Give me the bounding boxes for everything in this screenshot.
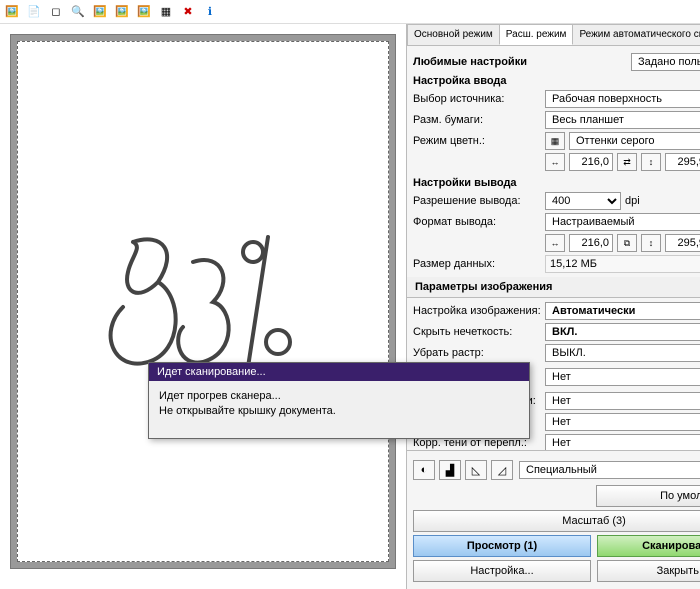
output-header: Настройки вывода <box>413 177 700 189</box>
tb-thumb3-icon[interactable]: 🖼️ <box>134 2 154 22</box>
dpi-label: dpi <box>625 195 640 207</box>
resolution-select[interactable]: 400 <box>545 192 621 210</box>
tb-delete-icon[interactable]: ✖ <box>178 2 198 22</box>
settings-panel: Основной режим Расш. режим Режим автомат… <box>406 24 700 589</box>
tb-thumb1-icon[interactable]: 🖼️ <box>90 2 110 22</box>
toolbar: 🖼️ 📄 ◻ 🔍 🖼️ 🖼️ 🖼️ ▦ ✖ ℹ <box>0 0 700 24</box>
grain-select[interactable]: Нет <box>545 392 700 410</box>
dialog-title: Идет сканирование... <box>149 363 529 381</box>
input-header: Настройка ввода <box>413 75 700 87</box>
curve-final-icon[interactable]: ◿ <box>491 460 513 480</box>
imageadj-label: Настройка изображения: <box>413 305 541 317</box>
imageadj-select[interactable]: Автоматически <box>545 302 700 320</box>
tb-thumb2-icon[interactable]: 🖼️ <box>112 2 132 22</box>
curve-tone-icon[interactable]: ◺ <box>465 460 487 480</box>
close-button[interactable]: Закрыть (5) <box>597 560 700 582</box>
out-width-icon: ↔ <box>545 234 565 252</box>
preview-button[interactable]: Просмотр (1) <box>413 535 591 557</box>
mode-tabs: Основной режим Расш. режим Режим автомат… <box>407 24 700 45</box>
papersize-label: Разм. бумаги: <box>413 114 541 126</box>
tb-new-icon[interactable]: 📄 <box>24 2 44 22</box>
resolution-label: Разрешение вывода: <box>413 195 541 207</box>
favorites-select[interactable]: Задано пользователем <box>631 53 700 71</box>
bottom-buttons: ◐ ▟ ◺ ◿ Специальный По умолч. Масштаб (3… <box>407 450 700 589</box>
tb-marquee-icon[interactable]: ◻ <box>46 2 66 22</box>
out-height-icon: ↕ <box>641 234 661 252</box>
curve-contrast-icon[interactable]: ◐ <box>413 460 435 480</box>
settings-button[interactable]: Настройка... <box>413 560 591 582</box>
papersize-select[interactable]: Весь планшет <box>545 111 700 129</box>
datasize-label: Размер данных: <box>413 258 541 270</box>
preview-area <box>0 24 406 589</box>
gutter-select[interactable]: Нет <box>545 434 700 450</box>
width-icon: ↔ <box>545 153 565 171</box>
output-height[interactable] <box>665 234 700 252</box>
descreen-select[interactable]: ВЫКЛ. <box>545 344 700 362</box>
descreen-label: Убрать растр: <box>413 347 541 359</box>
tb-image-icon[interactable]: 🖼️ <box>2 2 22 22</box>
curve-hist-icon[interactable]: ▟ <box>439 460 461 480</box>
preview-frame <box>10 34 396 569</box>
source-select[interactable]: Рабочая поверхность <box>545 90 700 108</box>
backlight-select[interactable]: Нет <box>545 413 700 431</box>
tab-advanced[interactable]: Расш. режим <box>499 24 574 45</box>
dialog-line2: Не открывайте крышку документа. <box>159 404 519 419</box>
format-label: Формат вывода: <box>413 216 541 228</box>
tab-basic[interactable]: Основной режим <box>407 24 500 45</box>
input-width[interactable] <box>569 153 613 171</box>
tb-grid-icon[interactable]: ▦ <box>156 2 176 22</box>
defaults-button[interactable]: По умолч. <box>596 485 700 507</box>
link-icon[interactable]: ⧉ <box>617 234 637 252</box>
colormode-select[interactable]: Оттенки серого <box>569 132 700 150</box>
favorites-label: Любимые настройки <box>413 56 527 68</box>
colormode-label: Режим цветн.: <box>413 135 541 147</box>
gutter-label: Корр. тени от перепл.: <box>413 437 541 449</box>
unsharp-label: Скрыть нечеткость: <box>413 326 541 338</box>
dialog-line1: Идет прогрев сканера... <box>159 389 519 404</box>
swap-icon[interactable]: ⇄ <box>617 153 637 171</box>
input-height[interactable] <box>665 153 700 171</box>
scan-button[interactable]: Сканировать (2) <box>597 535 700 557</box>
datasize-value: 15,12 МБ <box>545 255 700 273</box>
tb-info-icon[interactable]: ℹ <box>200 2 220 22</box>
output-width[interactable] <box>569 234 613 252</box>
source-label: Выбор источника: <box>413 93 541 105</box>
dust-select[interactable]: Нет <box>545 368 700 386</box>
colormode-menu-icon[interactable]: ▦ <box>545 132 565 150</box>
tb-zoom-icon[interactable]: 🔍 <box>68 2 88 22</box>
imageparams-header: Параметры изображения <box>407 277 700 298</box>
curve-preset-select[interactable]: Специальный <box>519 461 700 479</box>
unsharp-select[interactable]: ВКЛ. <box>545 323 700 341</box>
scanning-dialog: Идет сканирование... Идет прогрев сканер… <box>148 362 530 439</box>
height-icon: ↕ <box>641 153 661 171</box>
preview-image[interactable] <box>17 41 389 562</box>
tab-auto[interactable]: Режим автоматического сканирования <box>572 24 700 45</box>
zoom-button[interactable]: Масштаб (3) <box>413 510 700 532</box>
format-select[interactable]: Настраиваемый <box>545 213 700 231</box>
